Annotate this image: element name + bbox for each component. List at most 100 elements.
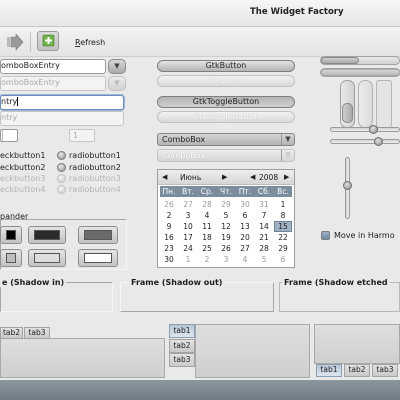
add-toolbar-button[interactable] [37,31,59,51]
calendar-day[interactable]: 23 [160,243,178,254]
calendar-day[interactable]: 16 [160,232,178,243]
horizontal-scale-2[interactable] [330,139,400,144]
calendar-day[interactable]: 9 [160,221,178,232]
calendar-day[interactable]: 29 [217,199,235,210]
radiobutton-2[interactable]: radiobutton2 [69,163,121,172]
notebook-left-tab-3[interactable]: tab3 [169,353,195,367]
calendar-day[interactable]: 27 [179,199,197,210]
calendar-day[interactable]: 18 [198,232,216,243]
notebook-top-tab-2[interactable]: tab2 [0,327,23,339]
gtk-button[interactable]: GtkButton [157,60,295,72]
notebook-bottom-tab-1-label: tab1 [320,365,338,374]
calendar-day[interactable]: 28 [255,243,273,254]
window-title: The Widget Factory [250,7,344,17]
checkbutton-2[interactable]: eckbutton2 [0,163,45,172]
calendar-day[interactable]: 28 [198,199,216,210]
horizontal-scrollbar[interactable] [320,56,400,65]
radiobutton-2-indicator[interactable] [57,163,66,172]
calendar-day[interactable]: 2 [160,210,178,221]
calendar-day[interactable]: 11 [198,221,216,232]
calendar-day[interactable]: 3 [217,254,235,265]
calendar-day[interactable]: 13 [236,221,254,232]
prev-year-icon[interactable]: ◀ [250,173,255,181]
notebook-bottom-tab-2-label: tab2 [348,365,366,374]
calendar-day[interactable]: 1 [179,254,197,265]
calendar-day-grid[interactable]: 26 27 28 29 30 31 1 2 3 4 5 6 7 8 9 10 11 12 13 14 15 16 17 18 1… [160,199,292,265]
horizontal-scrollbar-2[interactable] [320,68,400,77]
vertical-scrollbar-thumb[interactable] [342,103,353,123]
calendar-day[interactable]: 21 [255,232,273,243]
calendar-day[interactable]: 29 [274,243,292,254]
calendar[interactable]: ◀ Июнь ▶ ◀ 2008 ▶ Пн. Вт. Ср. Чт. Пт. Сб. Вс. … [157,169,295,268]
horizontal-scrollbar-2-thumb[interactable] [321,69,400,76]
horizontal-scale-2-knob[interactable] [374,137,383,146]
checkbutton-1[interactable]: eckbutton1 [0,151,45,160]
spin-button-arrows[interactable] [2,130,16,141]
calendar-day[interactable]: 26 [160,199,178,210]
move-in-harmony-checkbox[interactable] [321,231,330,240]
calendar-day[interactable]: 1 [274,199,292,210]
calendar-day[interactable]: 6 [274,254,292,265]
notebook-bottom-tab-2[interactable]: tab2 [344,364,370,377]
text-entry[interactable]: ntry [0,95,124,110]
radiobutton-1-indicator[interactable] [57,151,66,160]
next-month-icon[interactable]: ▶ [222,173,227,181]
notebook-left-tab-1[interactable]: tab1 [169,324,195,338]
prev-month-icon[interactable]: ◀ [162,173,167,181]
chevron-down-icon: ▼ [114,79,120,87]
color-button-6[interactable] [78,249,118,267]
calendar-day[interactable]: 4 [198,210,216,221]
vertical-scrollbar-2[interactable] [358,80,373,128]
notebook-bottom-tab-1[interactable]: tab1 [316,364,342,377]
calendar-day[interactable]: 7 [255,210,273,221]
calendar-day[interactable]: 3 [179,210,197,221]
calendar-year: 2008 [259,173,279,182]
calendar-day[interactable]: 15 [274,221,292,232]
calendar-day[interactable]: 17 [179,232,197,243]
next-year-icon[interactable]: ▶ [284,173,289,181]
vertical-scrollbar[interactable] [340,80,355,128]
calendar-day[interactable]: 10 [179,221,197,232]
color-button-5[interactable] [28,249,66,267]
calendar-day[interactable]: 5 [217,210,235,221]
calendar-day[interactable]: 31 [255,199,273,210]
vertical-scale-knob[interactable] [343,181,352,190]
calendar-day[interactable]: 19 [217,232,235,243]
calendar-day[interactable]: 30 [160,254,178,265]
calendar-day[interactable]: 27 [236,243,254,254]
calendar-day[interactable]: 22 [274,232,292,243]
calendar-day[interactable]: 2 [198,254,216,265]
checkbutton-1-label: eckbutton1 [0,151,46,160]
notebook-left-tab-2[interactable]: tab2 [169,339,195,353]
color-button-4[interactable] [0,249,22,267]
calendar-day[interactable]: 20 [236,232,254,243]
combo-box-entry-dropdown[interactable]: ▼ [108,59,126,74]
notebook-left-tab-2-label: tab2 [173,341,191,350]
horizontal-scale-knob[interactable] [369,125,378,134]
calendar-day[interactable]: 8 [274,210,292,221]
forward-toolbar-button[interactable] [4,32,26,52]
color-button-1[interactable] [0,226,22,244]
calendar-day[interactable]: 6 [236,210,254,221]
color-button-3[interactable] [78,226,118,244]
radiobutton-3-label: radiobutton3 [69,174,121,183]
calendar-day[interactable]: 30 [236,199,254,210]
radiobutton-1[interactable]: radiobutton1 [69,151,121,160]
color-button-2[interactable] [28,226,66,244]
notebook-bottom-tab-3[interactable]: tab3 [372,364,398,377]
combo-box[interactable]: ComboBox ▼ [157,133,295,146]
calendar-day[interactable]: 12 [217,221,235,232]
horizontal-scale[interactable] [330,127,400,132]
calendar-day[interactable]: 24 [179,243,197,254]
horizontal-scrollbar-thumb[interactable] [321,57,359,64]
notebook-left-pane [195,324,310,378]
calendar-day[interactable]: 4 [236,254,254,265]
gtk-toggle-button[interactable]: GtkToggleButton [157,96,295,108]
calendar-day[interactable]: 5 [255,254,273,265]
gtk-toggle-button-label: GtkToggleButton [192,97,260,106]
calendar-day[interactable]: 26 [217,243,235,254]
notebook-top-tab-3[interactable]: tab3 [24,327,50,339]
calendar-day[interactable]: 25 [198,243,216,254]
calendar-day[interactable]: 14 [255,221,273,232]
combo-box-entry[interactable]: omboBoxEntry [0,59,106,74]
